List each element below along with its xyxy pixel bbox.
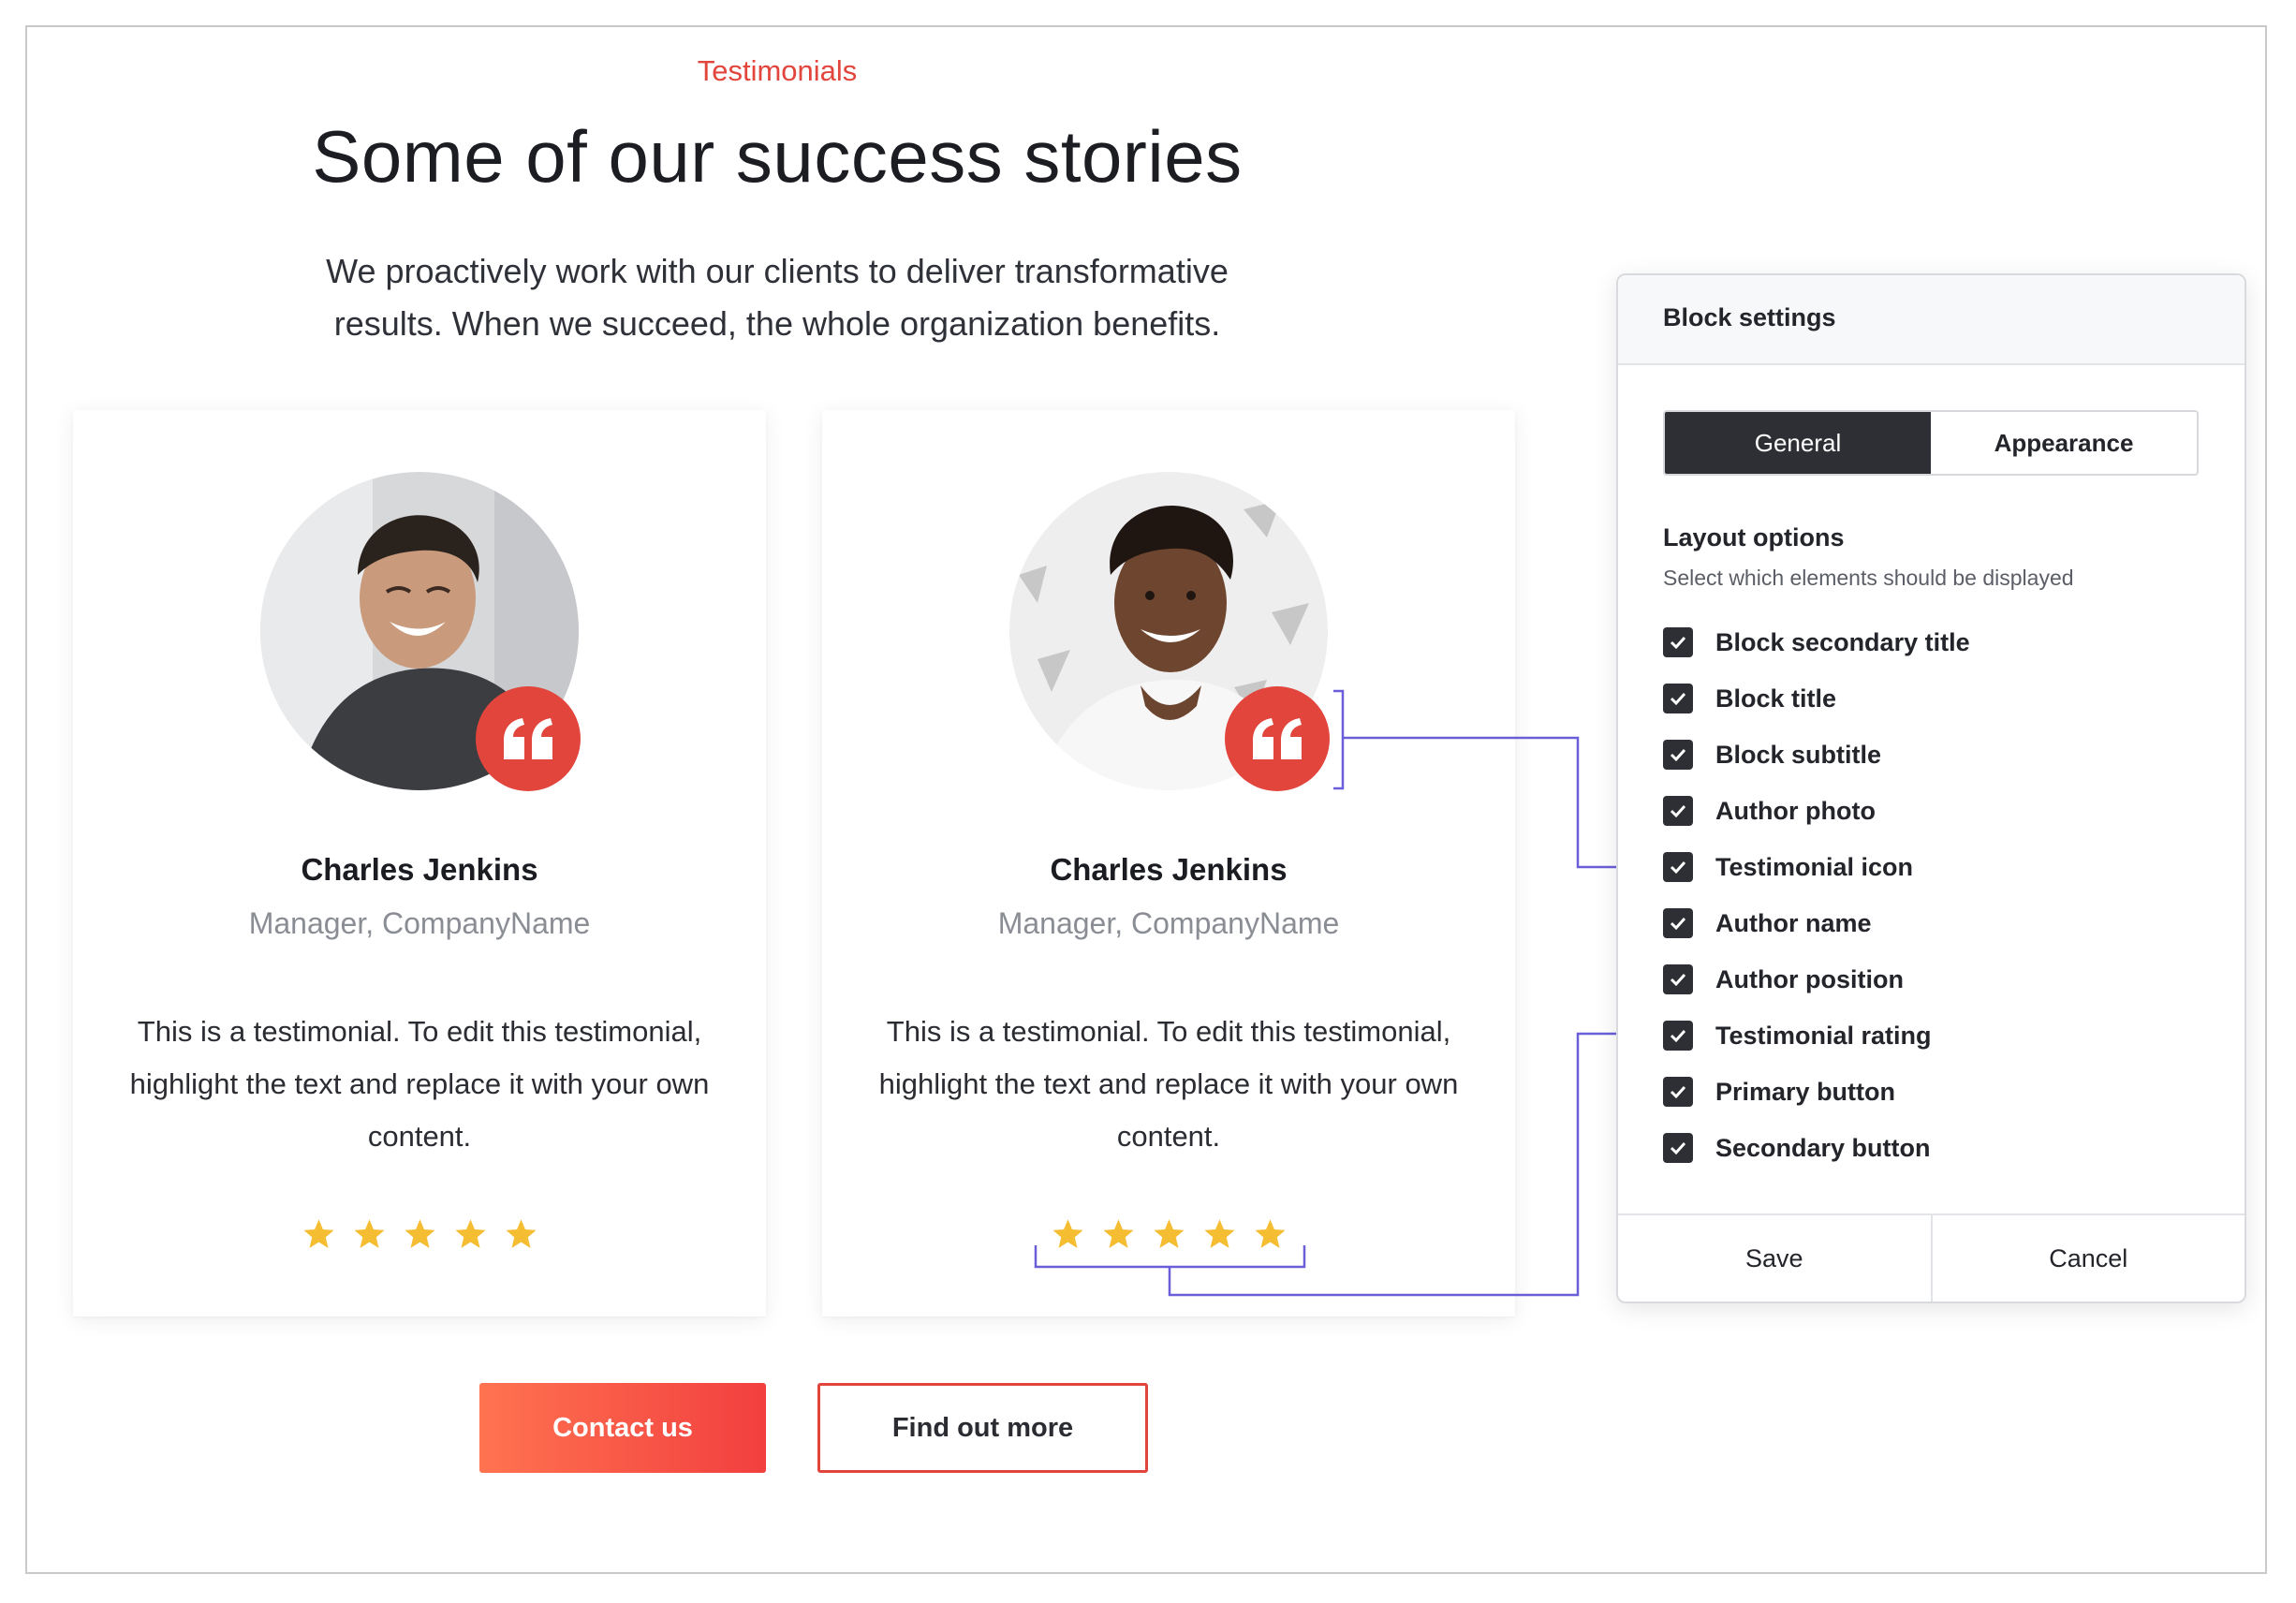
- block-settings-panel: Block settings General Appearance Layout…: [1616, 273, 2246, 1303]
- option-secondary-button[interactable]: Secondary button: [1663, 1129, 1931, 1167]
- option-block-secondary-title[interactable]: Block secondary title: [1663, 624, 1970, 661]
- option-label: Secondary button: [1715, 1133, 1931, 1162]
- checkbox[interactable]: [1663, 852, 1693, 882]
- option-primary-button[interactable]: Primary button: [1663, 1073, 1895, 1110]
- option-author-name[interactable]: Author name: [1663, 904, 1872, 942]
- check-icon: [1670, 1085, 1686, 1099]
- layout-options-description: Select which elements should be displaye…: [1663, 566, 2074, 590]
- option-label: Testimonial rating: [1715, 1021, 1932, 1050]
- check-icon: [1670, 748, 1686, 762]
- checkbox[interactable]: [1663, 964, 1693, 994]
- check-icon: [1670, 1029, 1686, 1043]
- option-label: Block secondary title: [1715, 627, 1970, 656]
- cancel-button[interactable]: Cancel: [1930, 1215, 2245, 1302]
- layout-options-title: Layout options: [1663, 523, 1845, 551]
- tab-general[interactable]: General: [1665, 412, 1931, 474]
- icon-bracket: [1333, 689, 1345, 790]
- panel-footer: Save Cancel: [1618, 1213, 2244, 1302]
- check-icon: [1670, 804, 1686, 818]
- check-icon: [1670, 917, 1686, 931]
- option-testimonial-icon[interactable]: Testimonial icon: [1663, 848, 1913, 886]
- checkbox[interactable]: [1663, 1133, 1693, 1163]
- check-icon: [1670, 692, 1686, 706]
- check-icon: [1670, 973, 1686, 987]
- icon-connector-line: [1343, 736, 1653, 869]
- check-icon: [1670, 636, 1686, 650]
- panel-title: Block settings: [1663, 303, 1836, 331]
- option-label: Author name: [1715, 908, 1872, 937]
- option-label: Testimonial icon: [1715, 852, 1914, 881]
- panel-header: Block settings: [1618, 275, 2244, 365]
- option-label: Block subtitle: [1715, 740, 1882, 769]
- option-label: Author photo: [1715, 796, 1876, 825]
- option-testimonial-rating[interactable]: Testimonial rating: [1663, 1017, 1932, 1054]
- checkbox[interactable]: [1663, 740, 1693, 770]
- rating-bracket: [1034, 1245, 1306, 1269]
- option-block-title[interactable]: Block title: [1663, 680, 1836, 717]
- save-button[interactable]: Save: [1618, 1215, 1931, 1302]
- checkbox[interactable]: [1663, 1077, 1693, 1107]
- check-icon: [1670, 860, 1686, 875]
- checkbox[interactable]: [1663, 684, 1693, 713]
- rating-connector-line: [1168, 1032, 1653, 1297]
- checkbox[interactable]: [1663, 796, 1693, 826]
- option-label: Primary button: [1715, 1077, 1896, 1106]
- tab-appearance[interactable]: Appearance: [1931, 412, 2197, 474]
- option-author-photo[interactable]: Author photo: [1663, 792, 1876, 830]
- check-icon: [1670, 1141, 1686, 1155]
- checkbox[interactable]: [1663, 908, 1693, 938]
- checkbox[interactable]: [1663, 1021, 1693, 1051]
- option-block-subtitle[interactable]: Block subtitle: [1663, 736, 1881, 773]
- option-label: Author position: [1715, 964, 1904, 993]
- option-label: Block title: [1715, 684, 1837, 713]
- option-author-position[interactable]: Author position: [1663, 961, 1904, 998]
- settings-tabs: General Appearance: [1663, 410, 2199, 476]
- checkbox[interactable]: [1663, 627, 1693, 657]
